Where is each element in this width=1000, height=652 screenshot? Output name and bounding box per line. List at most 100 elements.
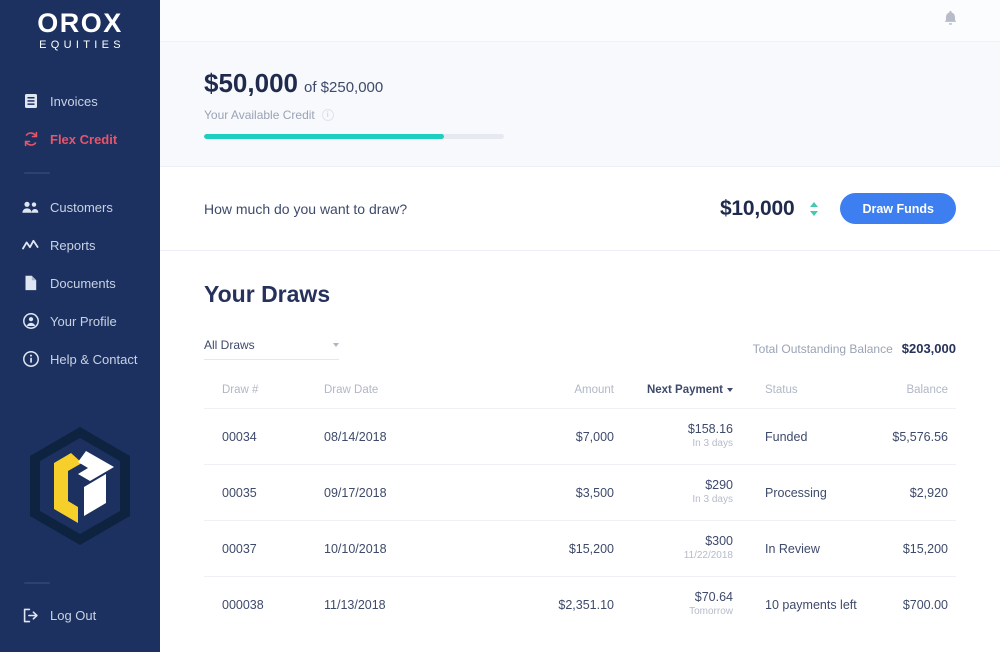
table-header-row: Draw # Draw Date Amount Next Payment Sta… <box>204 378 956 409</box>
cell-amount: $3,500 <box>499 464 614 521</box>
cell-balance: $700.00 <box>879 576 956 633</box>
sidebar-item-label: Help & Contact <box>50 351 138 367</box>
col-header-amount[interactable]: Amount <box>499 378 614 409</box>
stepper-down-icon[interactable] <box>810 210 819 216</box>
draw-funds-button[interactable]: Draw Funds <box>840 193 956 224</box>
document-icon <box>22 275 39 292</box>
credit-progress-fill <box>204 134 444 139</box>
credit-progress-bar <box>204 134 504 139</box>
stepper-up-icon[interactable] <box>810 201 819 207</box>
company-logo-mark <box>26 425 134 547</box>
credit-summary-panel: $50,000 of $250,000 Your Available Credit… <box>160 42 1000 167</box>
cell-next-payment: $290 In 3 days <box>614 464 739 521</box>
cell-draw-date: 11/13/2018 <box>324 576 499 633</box>
sort-desc-icon <box>727 387 733 392</box>
cell-next-payment: $300 11/22/2018 <box>614 520 739 577</box>
cell-next-payment-amount: $158.16 <box>687 422 733 436</box>
chart-line-icon <box>22 237 39 254</box>
sidebar-item-reports[interactable]: Reports <box>0 226 160 264</box>
total-outstanding-value: $203,000 <box>901 341 956 356</box>
col-header-status[interactable]: Status <box>739 378 879 409</box>
cell-amount: $7,000 <box>499 408 614 465</box>
cell-status: 10 payments left <box>739 576 879 633</box>
table-row[interactable]: 00037 10/10/2018 $15,200 $300 11/22/2018 In R… <box>204 520 956 577</box>
sidebar: OROX EQUITIES Invoices Flex Credit Custo… <box>0 0 160 652</box>
topbar <box>160 0 1000 42</box>
sidebar-item-invoices[interactable]: Invoices <box>0 82 160 120</box>
cell-status: Processing <box>739 464 879 521</box>
bell-icon[interactable] <box>943 10 958 31</box>
draws-table-body: 00034 08/14/2018 $7,000 $158.16 In 3 days Fun… <box>204 408 956 633</box>
cell-draw-number: 000038 <box>204 576 324 633</box>
cell-balance: $5,576.56 <box>879 408 956 465</box>
sidebar-item-label: Customers <box>50 199 113 215</box>
invoice-icon <box>22 93 39 110</box>
cell-next-payment-amount: $300 <box>705 534 733 548</box>
table-row[interactable]: 00035 09/17/2018 $3,500 $290 In 3 days Proces… <box>204 464 956 521</box>
table-row[interactable]: 00034 08/14/2018 $7,000 $158.16 In 3 days Fun… <box>204 408 956 465</box>
col-header-draw-number[interactable]: Draw # <box>204 378 324 409</box>
sidebar-item-label: Your Profile <box>50 313 117 329</box>
col-header-next-payment-label: Next Payment <box>646 384 723 396</box>
col-header-next-payment[interactable]: Next Payment <box>614 378 739 409</box>
cell-draw-number: 00034 <box>204 408 324 465</box>
cell-balance: $15,200 <box>879 520 956 577</box>
cell-draw-date: 09/17/2018 <box>324 464 499 521</box>
available-credit-amount: $50,000 <box>204 68 298 98</box>
credit-label: Your Available Credit <box>204 108 315 122</box>
info-circle-icon <box>22 351 39 368</box>
refresh-icon <box>22 131 39 148</box>
cell-status: Funded <box>739 408 879 465</box>
sidebar-item-customers[interactable]: Customers <box>0 188 160 226</box>
sidebar-item-help-contact[interactable]: Help & Contact <box>0 340 160 378</box>
brand-logo: OROX EQUITIES <box>0 0 160 52</box>
cell-next-payment-when: In 3 days <box>692 438 733 449</box>
cell-balance: $2,920 <box>879 464 956 521</box>
draw-amount-value[interactable]: $10,000 <box>720 197 795 221</box>
logout-button[interactable]: Log Out <box>0 596 160 634</box>
sidebar-item-your-profile[interactable]: Your Profile <box>0 302 160 340</box>
table-row[interactable]: 000038 11/13/2018 $2,351.10 $70.64 Tomorrow 1… <box>204 576 956 633</box>
draws-filter-select[interactable]: All Draws <box>204 338 339 360</box>
draw-question: How much do you want to draw? <box>204 200 408 217</box>
sidebar-item-label: Flex Credit <box>50 131 118 147</box>
draws-filter-row: All Draws Total Outstanding Balance $203… <box>204 338 956 360</box>
cell-next-payment-when: 11/22/2018 <box>683 550 733 561</box>
col-header-draw-date[interactable]: Draw Date <box>324 378 499 409</box>
cell-amount: $15,200 <box>499 520 614 577</box>
cell-draw-number: 00037 <box>204 520 324 577</box>
draws-table-head: Draw # Draw Date Amount Next Payment Sta… <box>204 378 956 409</box>
cell-status: In Review <box>739 520 879 577</box>
total-outstanding: Total Outstanding Balance $203,000 <box>753 341 956 360</box>
draw-funds-row: How much do you want to draw? $10,000 Dr… <box>160 167 1000 251</box>
draws-filter-value: All Draws <box>204 338 255 352</box>
total-credit-limit: of $250,000 <box>303 79 384 96</box>
draws-table: Draw # Draw Date Amount Next Payment Sta… <box>204 378 956 633</box>
users-icon <box>22 199 39 216</box>
cell-next-payment: $70.64 Tomorrow <box>614 576 739 633</box>
quantity-stepper[interactable] <box>810 200 819 218</box>
user-circle-icon <box>22 313 39 330</box>
sidebar-item-label: Invoices <box>50 93 98 109</box>
col-header-balance[interactable]: Balance <box>879 378 956 409</box>
sidebar-nav: Invoices Flex Credit Customers Reports D… <box>0 82 160 378</box>
credit-label-row: Your Available Credit i <box>204 108 1000 122</box>
info-icon[interactable]: i <box>321 109 334 121</box>
cell-next-payment-when: Tomorrow <box>689 606 733 618</box>
sidebar-divider <box>24 172 50 174</box>
app-root: OROX EQUITIES Invoices Flex Credit Custo… <box>0 0 1000 652</box>
sidebar-item-label: Reports <box>50 237 96 253</box>
cell-draw-date: 08/14/2018 <box>324 408 499 465</box>
cell-next-payment: $158.16 In 3 days <box>614 408 739 465</box>
page-title: Your Draws <box>204 281 331 307</box>
sidebar-item-documents[interactable]: Documents <box>0 264 160 302</box>
logout-section: Log Out <box>0 582 160 634</box>
sidebar-item-flex-credit[interactable]: Flex Credit <box>0 120 160 158</box>
draw-amount-stepper[interactable]: $10,000 <box>720 197 819 221</box>
total-outstanding-label: Total Outstanding Balance <box>752 342 893 356</box>
cell-next-payment-amount: $70.64 <box>694 590 733 605</box>
sidebar-item-label: Documents <box>50 275 116 291</box>
cell-draw-date: 10/10/2018 <box>324 520 499 577</box>
brand-subtitle: EQUITIES <box>39 39 125 51</box>
your-draws-section: Your Draws All Draws Total Outstanding B… <box>160 251 1000 633</box>
